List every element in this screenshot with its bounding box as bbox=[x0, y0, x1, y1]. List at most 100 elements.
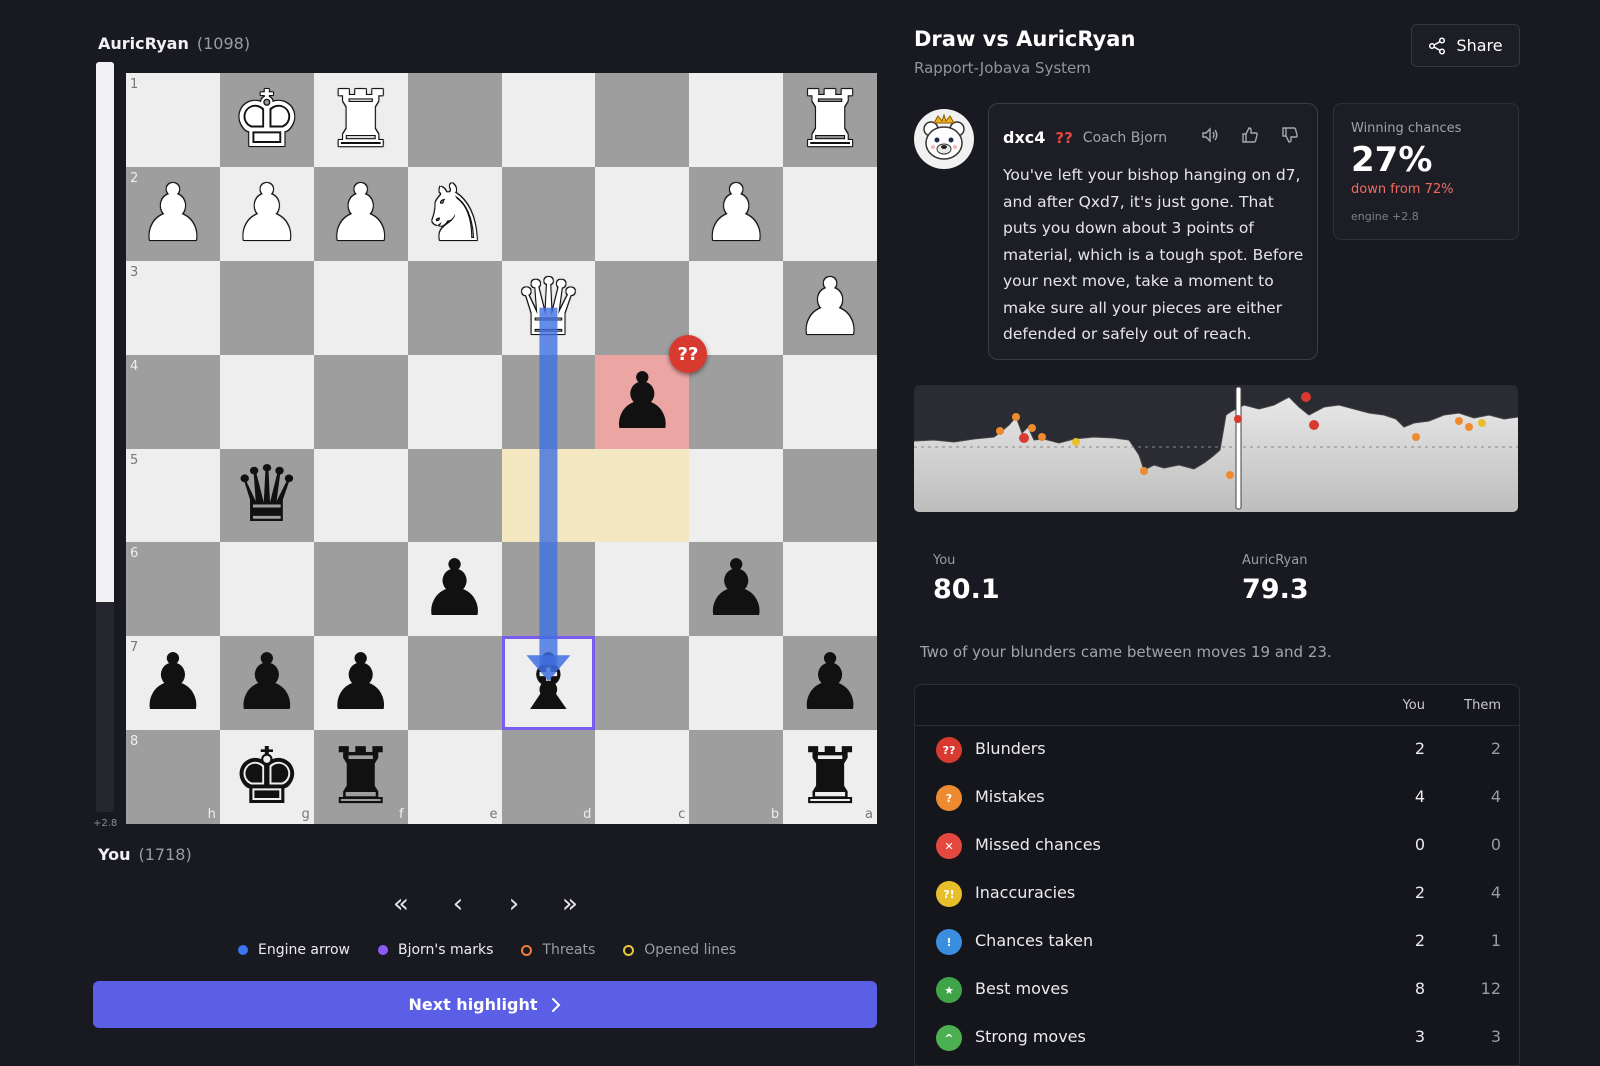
board-square-a6[interactable] bbox=[783, 542, 877, 637]
board-square-d8[interactable]: d bbox=[501, 730, 596, 824]
board-square-e1[interactable] bbox=[407, 73, 502, 167]
last-move-button[interactable]: » bbox=[550, 889, 590, 919]
board-square-c7[interactable] bbox=[595, 636, 690, 731]
board-square-c2[interactable] bbox=[595, 166, 690, 261]
board-square-f6[interactable] bbox=[313, 542, 408, 637]
board-square-f3[interactable] bbox=[313, 260, 408, 355]
board-square-e6[interactable]: ♟ bbox=[407, 542, 502, 637]
board-square-a3[interactable]: ♟ bbox=[783, 260, 877, 355]
board-square-c6[interactable] bbox=[595, 542, 690, 637]
board-square-b6[interactable]: ♟ bbox=[689, 542, 784, 637]
table-row[interactable]: ★ Best moves 8 12 bbox=[915, 965, 1519, 1013]
white-pawn-piece[interactable]: ♟ bbox=[701, 175, 771, 253]
board-square-d6[interactable] bbox=[501, 542, 596, 637]
board-square-d5[interactable] bbox=[501, 448, 596, 543]
white-pawn-piece[interactable]: ♟ bbox=[795, 269, 865, 347]
board-square-b1[interactable] bbox=[689, 73, 784, 167]
white-knight-piece[interactable]: ♞ bbox=[420, 175, 490, 253]
board-square-h3[interactable]: 3 bbox=[126, 260, 220, 355]
board-square-g4[interactable] bbox=[219, 354, 314, 449]
board-square-a5[interactable] bbox=[783, 448, 877, 543]
board-square-g3[interactable] bbox=[219, 260, 314, 355]
table-row[interactable]: ? Mistakes 4 4 bbox=[915, 773, 1519, 821]
board-square-d3[interactable]: ♛ bbox=[501, 260, 596, 355]
thumbs-up-icon[interactable] bbox=[1241, 126, 1259, 144]
white-rook-piece[interactable]: ♜ bbox=[795, 81, 865, 159]
board-square-d4[interactable] bbox=[501, 354, 596, 449]
board-square-e3[interactable] bbox=[407, 260, 502, 355]
white-king-piece[interactable]: ♚ bbox=[232, 81, 302, 159]
black-rook-piece[interactable]: ♜ bbox=[795, 738, 865, 816]
black-king-piece[interactable]: ♚ bbox=[232, 738, 302, 816]
board-square-c1[interactable] bbox=[595, 73, 690, 167]
previous-move-button[interactable]: ‹ bbox=[438, 889, 478, 919]
black-pawn-piece[interactable]: ♟ bbox=[701, 550, 771, 628]
board-square-f2[interactable]: ♟ bbox=[313, 166, 408, 261]
board-square-g7[interactable]: ♟ bbox=[219, 636, 314, 731]
board-square-e4[interactable] bbox=[407, 354, 502, 449]
board-square-a2[interactable] bbox=[783, 166, 877, 261]
white-rook-piece[interactable]: ♜ bbox=[326, 81, 396, 159]
table-row[interactable]: ?? Blunders 2 2 bbox=[915, 725, 1519, 773]
board-square-g6[interactable] bbox=[219, 542, 314, 637]
board-square-b5[interactable] bbox=[689, 448, 784, 543]
board-square-a1[interactable]: ♜ bbox=[783, 73, 877, 167]
board-square-e8[interactable]: e bbox=[407, 730, 502, 824]
board-square-b3[interactable] bbox=[689, 260, 784, 355]
board-square-g2[interactable]: ♟ bbox=[219, 166, 314, 261]
evaluation-graph[interactable] bbox=[914, 385, 1518, 512]
board-square-b8[interactable]: b bbox=[689, 730, 784, 824]
table-row[interactable]: ! Chances taken 2 1 bbox=[915, 917, 1519, 965]
board-square-f7[interactable]: ♟ bbox=[313, 636, 408, 731]
board-square-f4[interactable] bbox=[313, 354, 408, 449]
white-pawn-piece[interactable]: ♟ bbox=[232, 175, 302, 253]
table-row[interactable]: ^ Strong moves 3 3 bbox=[915, 1013, 1519, 1061]
chess-board[interactable]: 1 ♚ ♜ ♜ 2 ♟ ♟ ♟ ♞ ♟ 3 ♛ ♟ 4 ♟ 5 ♛ 6 ♟ ♟ 7 ♟ ♟ ♟ ♝ ♟ 8 h g ♚ f ♜ e d c b a ♜ bbox=[126, 73, 877, 824]
board-square-e5[interactable] bbox=[407, 448, 502, 543]
board-square-g8[interactable]: g ♚ bbox=[219, 730, 314, 824]
board-square-f8[interactable]: f ♜ bbox=[313, 730, 408, 824]
board-square-c5[interactable] bbox=[595, 448, 690, 543]
board-square-h4[interactable]: 4 bbox=[126, 354, 220, 449]
board-square-a4[interactable] bbox=[783, 354, 877, 449]
table-row[interactable]: ✕ Missed chances 0 0 bbox=[915, 821, 1519, 869]
share-button[interactable]: Share bbox=[1411, 24, 1520, 67]
board-square-b2[interactable]: ♟ bbox=[689, 166, 784, 261]
board-square-b4[interactable] bbox=[689, 354, 784, 449]
board-square-e2[interactable]: ♞ bbox=[407, 166, 502, 261]
black-pawn-piece[interactable]: ♟ bbox=[326, 644, 396, 722]
white-queen-piece[interactable]: ♛ bbox=[513, 269, 583, 347]
board-square-h6[interactable]: 6 bbox=[126, 542, 220, 637]
board-square-h8[interactable]: 8h bbox=[126, 730, 220, 824]
board-square-f1[interactable]: ♜ bbox=[313, 73, 408, 167]
board-square-h1[interactable]: 1 bbox=[126, 73, 220, 167]
board-square-g5[interactable]: ♛ bbox=[219, 448, 314, 543]
black-pawn-piece[interactable]: ♟ bbox=[420, 550, 490, 628]
black-pawn-piece[interactable]: ♟ bbox=[607, 363, 677, 441]
thumbs-down-icon[interactable] bbox=[1281, 126, 1299, 144]
board-square-a8[interactable]: a ♜ bbox=[783, 730, 877, 824]
black-bishop-piece[interactable]: ♝ bbox=[513, 644, 583, 722]
black-pawn-piece[interactable]: ♟ bbox=[232, 644, 302, 722]
board-square-h7[interactable]: 7 ♟ bbox=[126, 636, 220, 731]
board-square-d2[interactable] bbox=[501, 166, 596, 261]
board-square-g1[interactable]: ♚ bbox=[219, 73, 314, 167]
board-square-c8[interactable]: c bbox=[595, 730, 690, 824]
board-square-a7[interactable]: ♟ bbox=[783, 636, 877, 731]
black-rook-piece[interactable]: ♜ bbox=[326, 738, 396, 816]
black-pawn-piece[interactable]: ♟ bbox=[138, 644, 208, 722]
board-square-f5[interactable] bbox=[313, 448, 408, 543]
black-pawn-piece[interactable]: ♟ bbox=[795, 644, 865, 722]
next-highlight-button[interactable]: Next highlight bbox=[93, 981, 877, 1028]
table-row[interactable]: ?! Inaccuracies 2 4 bbox=[915, 869, 1519, 917]
board-square-h5[interactable]: 5 bbox=[126, 448, 220, 543]
board-square-e7[interactable] bbox=[407, 636, 502, 731]
board-square-b7[interactable] bbox=[689, 636, 784, 731]
white-pawn-piece[interactable]: ♟ bbox=[138, 175, 208, 253]
board-square-d7[interactable]: ♝ bbox=[501, 636, 596, 731]
next-move-button[interactable]: › bbox=[494, 889, 534, 919]
speaker-icon[interactable] bbox=[1201, 126, 1219, 144]
black-queen-piece[interactable]: ♛ bbox=[232, 456, 302, 534]
board-square-h2[interactable]: 2 ♟ bbox=[126, 166, 220, 261]
first-move-button[interactable]: « bbox=[381, 889, 421, 919]
